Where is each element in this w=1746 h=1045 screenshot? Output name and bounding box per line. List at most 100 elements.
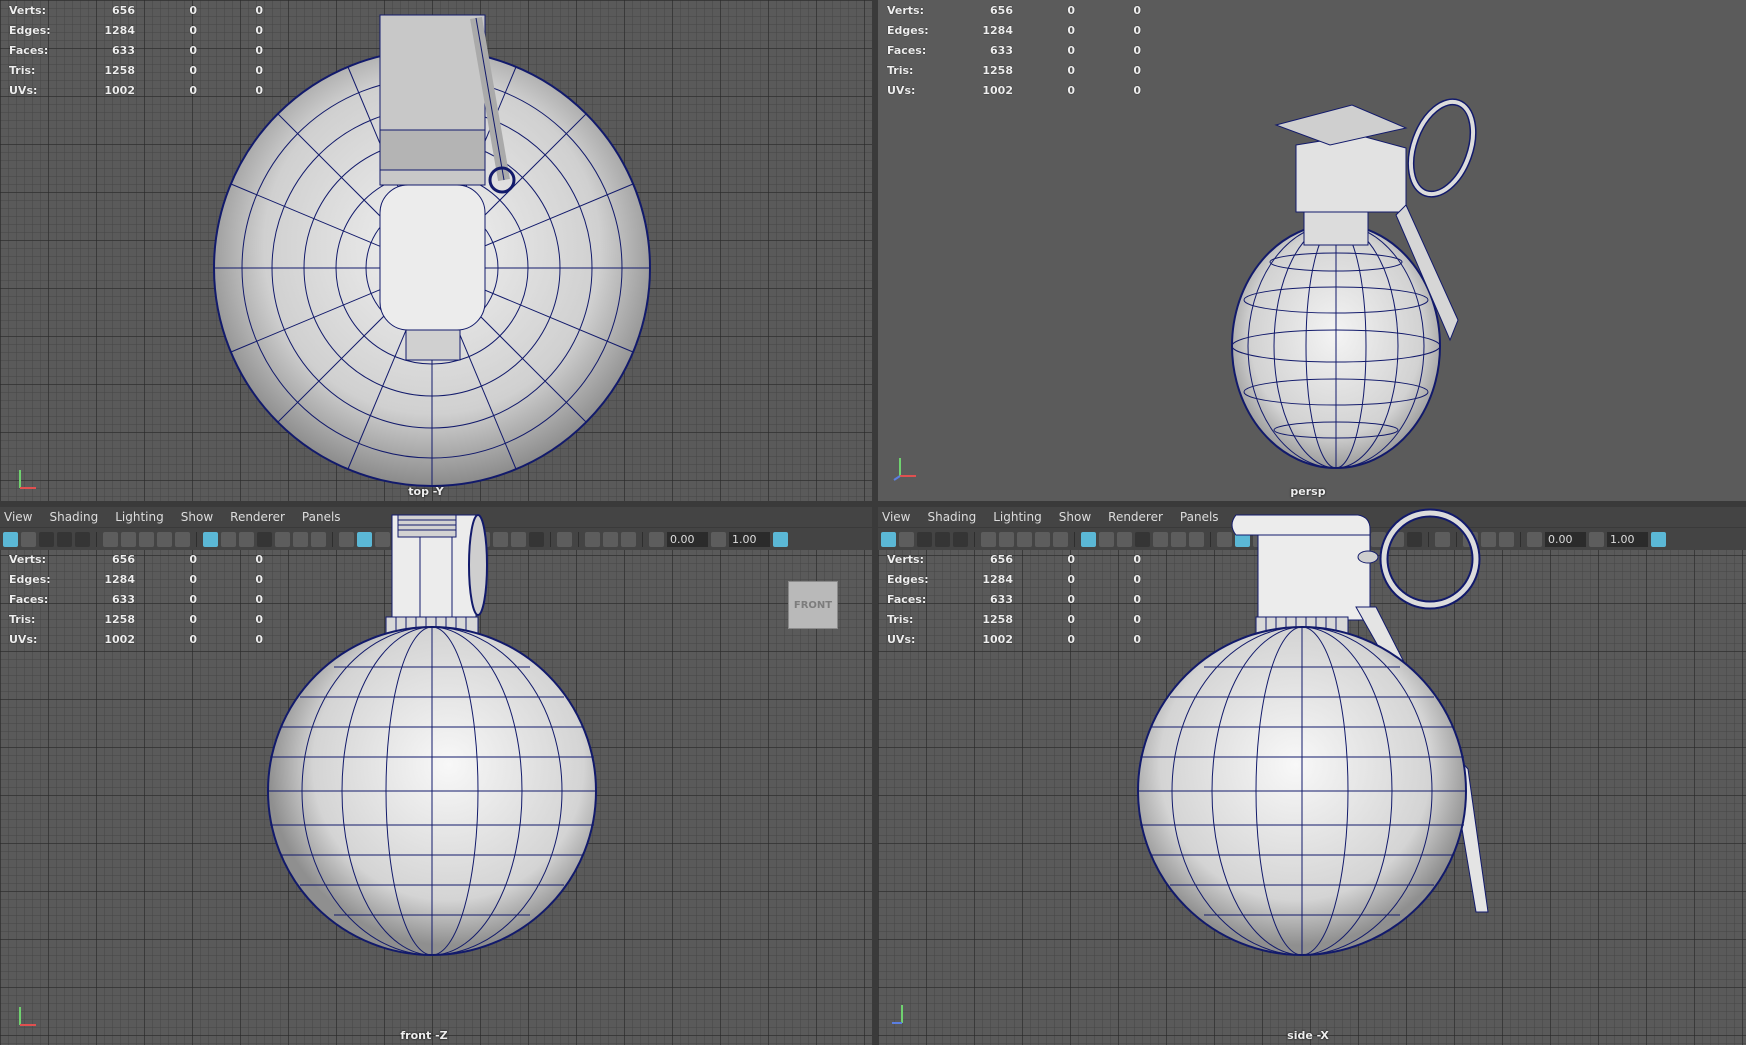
hud-value: 0: [1067, 632, 1075, 646]
camera-label: persp: [1290, 485, 1326, 498]
hud-value: 0: [189, 63, 197, 77]
hud-value: 1002: [104, 83, 135, 97]
camera-label: side -X: [1287, 1029, 1329, 1042]
hud-value: 633: [990, 592, 1013, 606]
hud-row-tris: Tris: 1258 0 0: [9, 609, 263, 629]
hud-value: 1002: [104, 632, 135, 646]
hud-value: 0: [1067, 572, 1075, 586]
pane-divider-horizontal[interactable]: [0, 501, 1746, 507]
hud-row-faces: Faces: 633 0 0: [887, 40, 1141, 60]
hud-label: Faces:: [887, 592, 927, 606]
hud-row-tris: Tris: 1258 0 0: [887, 60, 1141, 80]
hud-value: 0: [1133, 83, 1141, 97]
hud-row-uvs: UVs: 1002 0 0: [9, 629, 263, 649]
hud-label: Tris:: [9, 612, 36, 626]
hud-label: Faces:: [887, 43, 927, 57]
hud-value: 0: [255, 592, 263, 606]
axis-gizmo-icon: [892, 1005, 903, 1024]
poly-count-hud: Verts: 656 0 0 Edges: 1284 0 0 Faces: 633 0 0 Tri…: [887, 549, 1141, 649]
hud-value: 0: [1133, 552, 1141, 566]
hud-row-verts: Verts: 656 0 0: [887, 0, 1141, 20]
hud-value: 0: [255, 612, 263, 626]
hud-value: 0: [1133, 592, 1141, 606]
hud-value: 1284: [982, 572, 1013, 586]
hud-value: 0: [1067, 592, 1075, 606]
hud-value: 0: [189, 612, 197, 626]
hud-value: 0: [1133, 3, 1141, 17]
hud-label: Edges:: [9, 572, 51, 586]
hud-label: Verts:: [9, 3, 47, 17]
viewport-persp[interactable]: Verts: 656 0 0 Edges: 1284 0 0 Faces: 633 0 0 Tri…: [878, 0, 1746, 501]
hud-value: 1258: [982, 63, 1013, 77]
hud-label: Verts:: [887, 3, 925, 17]
pane-divider-vertical[interactable]: [872, 0, 878, 1045]
hud-value: 0: [189, 552, 197, 566]
hud-value: 656: [112, 552, 135, 566]
hud-value: 0: [255, 83, 263, 97]
hud-value: 0: [1133, 632, 1141, 646]
viewport-side[interactable]: View Shading Lighting Show Renderer Pane…: [878, 507, 1746, 1045]
hud-value: 1284: [104, 572, 135, 586]
hud-value: 0: [255, 23, 263, 37]
hud-label: Edges:: [9, 23, 51, 37]
hud-value: 0: [1067, 63, 1075, 77]
hud-row-uvs: UVs: 1002 0 0: [887, 629, 1141, 649]
axis-gizmo-icon: [19, 1007, 36, 1026]
hud-row-edges: Edges: 1284 0 0: [887, 20, 1141, 40]
hud-value: 1002: [982, 632, 1013, 646]
hud-value: 0: [1067, 552, 1075, 566]
hud-value: 0: [1133, 43, 1141, 57]
hud-label: Edges:: [887, 23, 929, 37]
axis-gizmo-icon: [19, 470, 36, 489]
hud-row-faces: Faces: 633 0 0: [9, 589, 263, 609]
hud-row-verts: Verts: 656 0 0: [887, 549, 1141, 569]
hud-label: Tris:: [887, 612, 914, 626]
viewport-top[interactable]: Verts: 656 0 0 Edges: 1284 0 0 Faces: 633 0 0 Tri…: [0, 0, 872, 501]
maya-four-view-layout: Verts: 656 0 0 Edges: 1284 0 0 Faces: 633 0 0 Tri…: [0, 0, 1746, 1045]
viewcube-front[interactable]: FRONT: [788, 581, 838, 629]
hud-row-verts: Verts: 656 0 0: [9, 549, 263, 569]
hud-value: 0: [1133, 63, 1141, 77]
hud-label: UVs:: [9, 83, 38, 97]
hud-value: 1284: [104, 23, 135, 37]
hud-value: 0: [1067, 43, 1075, 57]
viewport-front[interactable]: View Shading Lighting Show Renderer Pane…: [0, 507, 872, 1045]
hud-label: UVs:: [9, 632, 38, 646]
hud-value: 0: [1133, 572, 1141, 586]
hud-value: 656: [112, 3, 135, 17]
hud-label: Faces:: [9, 43, 49, 57]
hud-value: 633: [990, 43, 1013, 57]
hud-value: 0: [255, 63, 263, 77]
hud-value: 0: [189, 23, 197, 37]
hud-value: 0: [255, 572, 263, 586]
hud-label: UVs:: [887, 632, 916, 646]
hud-value: 633: [112, 43, 135, 57]
hud-label: Faces:: [9, 592, 49, 606]
hud-label: Edges:: [887, 572, 929, 586]
hud-value: 656: [990, 552, 1013, 566]
hud-value: 1258: [104, 612, 135, 626]
hud-row-uvs: UVs: 1002 0 0: [9, 80, 263, 100]
hud-value: 1002: [982, 83, 1013, 97]
poly-count-hud: Verts: 656 0 0 Edges: 1284 0 0 Faces: 633 0 0 Tri…: [887, 0, 1141, 100]
poly-count-hud: Verts: 656 0 0 Edges: 1284 0 0 Faces: 633 0 0 Tri…: [9, 0, 263, 100]
hud-value: 0: [1067, 612, 1075, 626]
hud-row-uvs: UVs: 1002 0 0: [887, 80, 1141, 100]
hud-value: 0: [1133, 612, 1141, 626]
hud-value: 0: [255, 3, 263, 17]
hud-value: 0: [255, 632, 263, 646]
hud-value: 1258: [982, 612, 1013, 626]
hud-value: 0: [189, 83, 197, 97]
hud-value: 0: [189, 43, 197, 57]
axis-gizmo-icon: [893, 458, 916, 481]
hud-value: 656: [990, 3, 1013, 17]
hud-value: 0: [1067, 23, 1075, 37]
hud-row-edges: Edges: 1284 0 0: [887, 569, 1141, 589]
hud-value: 0: [189, 572, 197, 586]
hud-value: 0: [189, 632, 197, 646]
hud-label: Tris:: [9, 63, 36, 77]
hud-row-tris: Tris: 1258 0 0: [887, 609, 1141, 629]
hud-value: 633: [112, 592, 135, 606]
hud-row-tris: Tris: 1258 0 0: [9, 60, 263, 80]
hud-row-faces: Faces: 633 0 0: [9, 40, 263, 60]
